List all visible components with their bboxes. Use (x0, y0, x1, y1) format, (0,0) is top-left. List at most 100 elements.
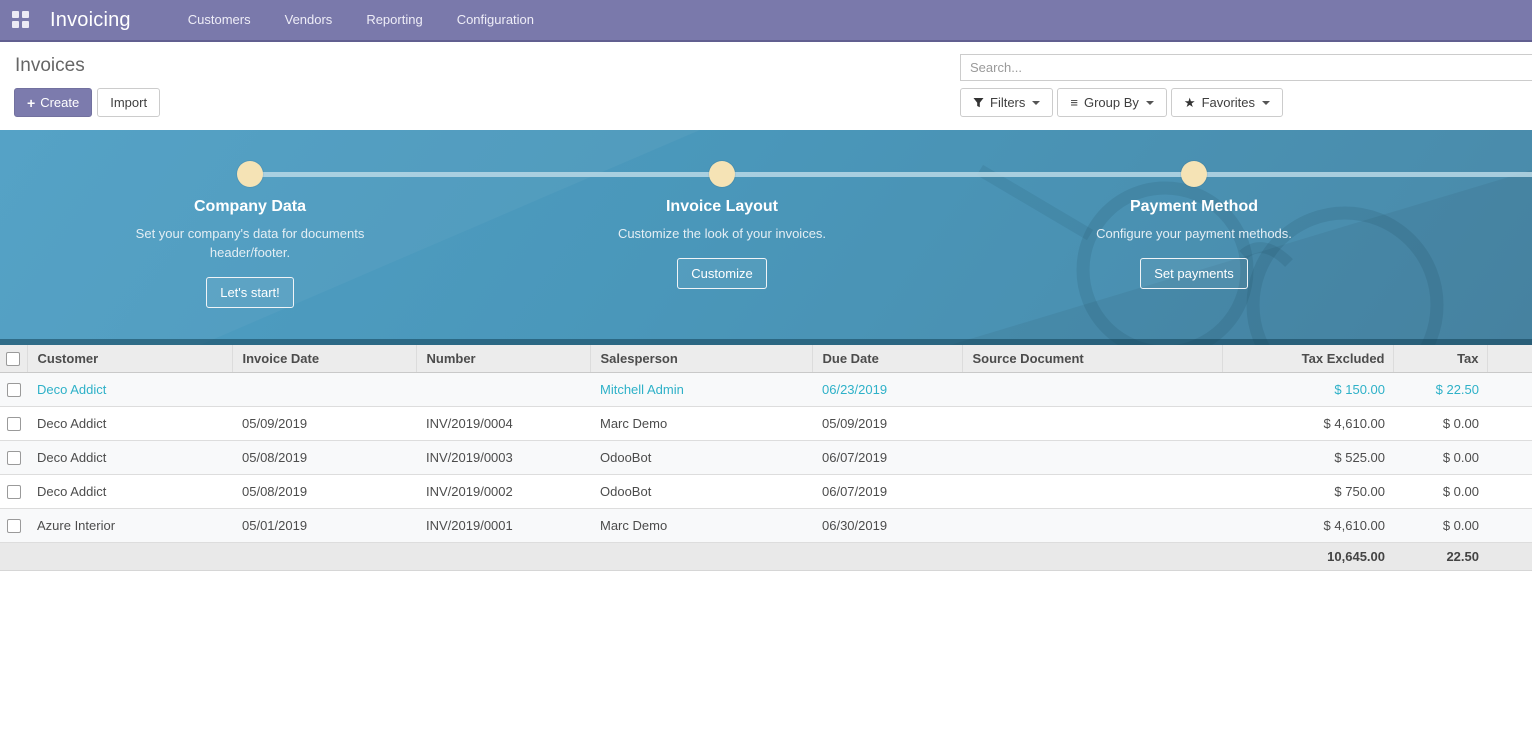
row-checkbox-cell (0, 474, 27, 508)
cell-tax-excluded: $ 750.00 (1222, 474, 1393, 508)
cell-customer: Deco Addict (27, 406, 232, 440)
row-checkbox[interactable] (7, 417, 21, 431)
plus-icon: + (27, 95, 35, 111)
cell-tax: $ 0.00 (1393, 406, 1487, 440)
select-all-checkbox[interactable] (6, 352, 20, 366)
table-row[interactable]: Deco Addict Mitchell Admin 06/23/2019 $ … (0, 372, 1532, 406)
search-input[interactable] (960, 54, 1532, 81)
cell-due-date: 05/09/2019 (812, 406, 962, 440)
cell-invoice-date: 05/08/2019 (232, 440, 416, 474)
cell-empty (1487, 440, 1532, 474)
star-icon: ★ (1184, 95, 1196, 111)
cell-source-document (962, 440, 1222, 474)
cell-customer: Azure Interior (27, 508, 232, 542)
cell-source-document (962, 406, 1222, 440)
column-header-empty (1487, 345, 1532, 372)
cell-empty (1487, 508, 1532, 542)
nav-item-customers[interactable]: Customers (171, 0, 268, 40)
chevron-down-icon (1032, 101, 1040, 105)
page-title: Invoices (15, 55, 85, 77)
row-checkbox[interactable] (7, 519, 21, 533)
column-header-customer[interactable]: Customer (27, 345, 232, 372)
cell-number: INV/2019/0003 (416, 440, 590, 474)
cell-customer: Deco Addict (27, 474, 232, 508)
create-button[interactable]: + Create (14, 88, 92, 117)
row-checkbox[interactable] (7, 383, 21, 397)
favorites-dropdown[interactable]: ★ Favorites (1171, 88, 1283, 117)
filters-dropdown[interactable]: Filters (960, 88, 1053, 117)
cell-source-document (962, 508, 1222, 542)
step-description: Set your company's data for documents he… (100, 224, 400, 262)
step-title: Payment Method (1044, 198, 1344, 216)
cell-due-date: 06/07/2019 (812, 440, 962, 474)
onboarding-step-company-data: Company Data Set your company's data for… (100, 130, 400, 308)
cell-tax: $ 0.00 (1393, 508, 1487, 542)
nav-item-reporting[interactable]: Reporting (349, 0, 439, 40)
cell-due-date: 06/07/2019 (812, 474, 962, 508)
cell-source-document (962, 474, 1222, 508)
step-title: Company Data (100, 198, 400, 216)
cell-tax: $ 0.00 (1393, 440, 1487, 474)
cell-salesperson: OdooBot (590, 440, 812, 474)
column-header-source-document[interactable]: Source Document (962, 345, 1222, 372)
table-row[interactable]: Deco Addict 05/08/2019 INV/2019/0002 Odo… (0, 474, 1532, 508)
row-checkbox[interactable] (7, 451, 21, 465)
row-checkbox[interactable] (7, 485, 21, 499)
import-button[interactable]: Import (97, 88, 160, 117)
onboarding-step-payment-method: Payment Method Configure your payment me… (1044, 130, 1344, 289)
row-checkbox-cell (0, 372, 27, 406)
chevron-down-icon (1262, 101, 1270, 105)
cell-tax-excluded: $ 150.00 (1222, 372, 1393, 406)
table-row[interactable]: Deco Addict 05/08/2019 INV/2019/0003 Odo… (0, 440, 1532, 474)
cell-tax-excluded: $ 525.00 (1222, 440, 1393, 474)
cell-salesperson: Marc Demo (590, 406, 812, 440)
tax-total: 22.50 (1393, 542, 1487, 570)
step-dot-icon (1181, 161, 1207, 187)
column-header-tax[interactable]: Tax (1393, 345, 1487, 372)
tax-excluded-total: 10,645.00 (1222, 542, 1393, 570)
apps-grid-icon[interactable] (12, 11, 30, 29)
table-footer-row: 10,645.00 22.50 (0, 542, 1532, 570)
cell-salesperson: Mitchell Admin (590, 372, 812, 406)
column-header-number[interactable]: Number (416, 345, 590, 372)
onboarding-step-invoice-layout: Invoice Layout Customize the look of you… (572, 130, 872, 289)
cell-number: INV/2019/0001 (416, 508, 590, 542)
row-checkbox-cell (0, 440, 27, 474)
cell-salesperson: Marc Demo (590, 508, 812, 542)
group-by-dropdown[interactable]: ≡ Group By (1057, 88, 1167, 117)
table-row[interactable]: Azure Interior 05/01/2019 INV/2019/0001 … (0, 508, 1532, 542)
lets-start-button[interactable]: Let's start! (206, 277, 294, 308)
onboarding-banner: Company Data Set your company's data for… (0, 130, 1532, 345)
column-header-invoice-date[interactable]: Invoice Date (232, 345, 416, 372)
funnel-icon (973, 97, 984, 108)
group-by-icon: ≡ (1070, 95, 1078, 110)
control-panel: Invoices + Create Import Filters ≡ Group… (0, 42, 1532, 130)
cell-number (416, 372, 590, 406)
cell-invoice-date: 05/01/2019 (232, 508, 416, 542)
cell-tax-excluded: $ 4,610.00 (1222, 406, 1393, 440)
set-payments-button[interactable]: Set payments (1140, 258, 1248, 289)
row-checkbox-cell (0, 406, 27, 440)
column-header-salesperson[interactable]: Salesperson (590, 345, 812, 372)
cell-empty (1487, 474, 1532, 508)
cell-number: INV/2019/0004 (416, 406, 590, 440)
cell-customer: Deco Addict (27, 372, 232, 406)
column-header-due-date[interactable]: Due Date (812, 345, 962, 372)
cell-customer: Deco Addict (27, 440, 232, 474)
table-row[interactable]: Deco Addict 05/09/2019 INV/2019/0004 Mar… (0, 406, 1532, 440)
top-navbar: Invoicing Customers Vendors Reporting Co… (0, 0, 1532, 42)
column-header-tax-excluded[interactable]: Tax Excluded (1222, 345, 1393, 372)
cell-invoice-date: 05/09/2019 (232, 406, 416, 440)
customize-button[interactable]: Customize (677, 258, 766, 289)
cell-tax-excluded: $ 4,610.00 (1222, 508, 1393, 542)
cell-due-date: 06/23/2019 (812, 372, 962, 406)
cell-empty (1487, 372, 1532, 406)
nav-item-configuration[interactable]: Configuration (440, 0, 551, 40)
select-all-checkbox-cell (0, 345, 27, 372)
cell-tax: $ 22.50 (1393, 372, 1487, 406)
cell-tax: $ 0.00 (1393, 474, 1487, 508)
nav-item-vendors[interactable]: Vendors (268, 0, 350, 40)
cell-empty (1487, 406, 1532, 440)
invoice-list-table: Customer Invoice Date Number Salesperson… (0, 345, 1532, 571)
cell-source-document (962, 372, 1222, 406)
